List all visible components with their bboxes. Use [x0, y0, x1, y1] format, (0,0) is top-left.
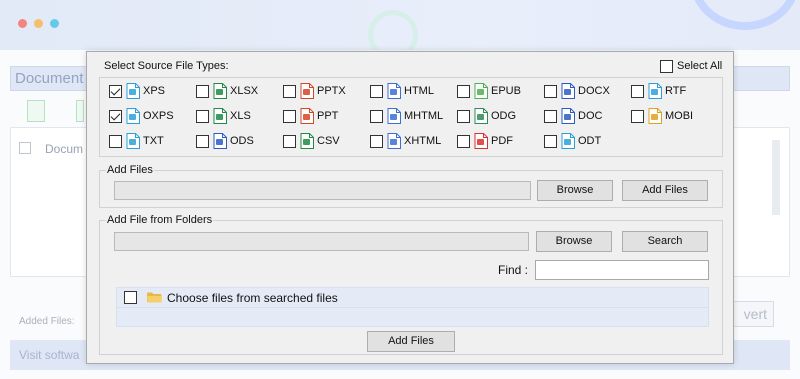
file-type-label: PPT: [317, 110, 339, 122]
text-file-icon: [126, 133, 140, 149]
file-type-checkbox[interactable]: [370, 135, 383, 148]
file-type-checkbox[interactable]: [283, 135, 296, 148]
source-types-label: Select Source File Types:: [104, 60, 229, 72]
ods-file-icon: [213, 133, 227, 149]
file-type-checkbox[interactable]: [544, 85, 557, 98]
file-type-label: OXPS: [143, 110, 174, 122]
background-scrollbar: [772, 140, 780, 215]
file-type-checkbox[interactable]: [544, 110, 557, 123]
file-type-checkbox[interactable]: [283, 110, 296, 123]
choose-files-label: Choose files from searched files: [167, 291, 338, 305]
excel-file-icon: [213, 83, 227, 99]
file-path-input[interactable]: [114, 181, 531, 200]
word-file-icon: [561, 83, 575, 99]
added-files-label: Added Files:: [19, 316, 75, 327]
file-type-label: ODG: [491, 110, 517, 122]
xps-file-icon: [126, 83, 140, 99]
odg-file-icon: [474, 108, 488, 124]
choose-files-row[interactable]: Choose files from searched files: [116, 287, 709, 308]
file-type-checkbox[interactable]: [370, 110, 383, 123]
file-type-checkbox[interactable]: [631, 85, 644, 98]
file-type-label: XLS: [230, 110, 251, 122]
browse-folder-button[interactable]: Browse: [536, 231, 612, 252]
file-type-label: MOBI: [665, 110, 694, 122]
file-type-checkbox[interactable]: [283, 85, 296, 98]
file-type-checkbox[interactable]: [109, 135, 122, 148]
file-type-label: TXT: [143, 135, 164, 147]
oxps-file-icon: [126, 108, 140, 124]
choose-files-checkbox[interactable]: [124, 291, 137, 304]
decorative-ring: [368, 10, 418, 50]
powerpoint-file-icon: [300, 108, 314, 124]
file-type-checkbox[interactable]: [544, 135, 557, 148]
add-files-group-title: Add Files: [106, 164, 154, 176]
file-type-checkbox[interactable]: [457, 85, 470, 98]
file-type-checkbox[interactable]: [631, 110, 644, 123]
select-all-label[interactable]: Select All: [677, 60, 722, 72]
file-type-label: XPS: [143, 85, 166, 97]
background-list-checkbox: [19, 142, 31, 154]
file-type-label: PPTX: [317, 85, 346, 97]
find-input[interactable]: [535, 260, 709, 280]
powerpoint-file-icon: [300, 83, 314, 99]
epub-file-icon: [474, 83, 488, 99]
folders-group-title: Add File from Folders: [106, 214, 214, 226]
file-type-label: CSV: [317, 135, 340, 147]
browse-files-button[interactable]: Browse: [537, 180, 613, 201]
file-type-label: RTF: [665, 85, 687, 97]
background-titlebar: [0, 0, 800, 50]
mhtml-file-icon: [387, 108, 401, 124]
file-type-label: DOC: [578, 110, 603, 122]
decorative-ring: [690, 0, 800, 30]
add-folder-files-button[interactable]: Add Files: [367, 331, 455, 352]
folder-icon: [147, 292, 162, 303]
xhtml-file-icon: [387, 133, 401, 149]
file-type-label: MHTML: [404, 110, 444, 122]
add-files-dialog: Select Source File Types: Select All XPS…: [86, 51, 734, 364]
file-type-checkbox[interactable]: [457, 110, 470, 123]
maximize-window-dot[interactable]: [50, 19, 59, 28]
file-type-label: XLSX: [230, 85, 259, 97]
searched-files-list: Choose files from searched files: [116, 287, 709, 328]
file-type-checkbox[interactable]: [370, 85, 383, 98]
pdf-file-icon: [474, 133, 488, 149]
file-type-label: DOCX: [578, 85, 610, 97]
file-type-checkbox[interactable]: [196, 110, 209, 123]
file-type-checkbox[interactable]: [109, 85, 122, 98]
find-label: Find :: [498, 263, 529, 277]
excel-file-icon: [213, 108, 227, 124]
word-file-icon: [561, 108, 575, 124]
search-button[interactable]: Search: [622, 231, 708, 252]
file-type-label: PDF: [491, 135, 513, 147]
file-type-checkbox[interactable]: [196, 85, 209, 98]
file-type-checkbox[interactable]: [109, 110, 122, 123]
file-type-label: ODS: [230, 135, 254, 147]
folder-path-input[interactable]: [114, 232, 529, 251]
csv-file-icon: [300, 133, 314, 149]
background-list-item: Docum: [45, 142, 84, 156]
rtf-file-icon: [648, 83, 662, 99]
searched-files-empty-row: [116, 308, 709, 327]
select-all-checkbox[interactable]: [660, 60, 673, 73]
file-type-label: ODT: [578, 135, 602, 147]
minimize-window-dot[interactable]: [34, 19, 43, 28]
add-files-button[interactable]: Add Files: [622, 180, 708, 201]
odt-file-icon: [561, 133, 575, 149]
html-file-icon: [387, 83, 401, 99]
file-type-checkbox[interactable]: [196, 135, 209, 148]
close-window-dot[interactable]: [18, 19, 27, 28]
add-file-icon: [27, 100, 45, 122]
file-type-label: XHTML: [404, 135, 442, 147]
file-type-label: EPUB: [491, 85, 521, 97]
file-type-label: HTML: [404, 85, 434, 97]
file-types-panel: XPS XLSX PPTX HTML EPUB DOCX RTF OXPS XLS PPT MHTM…: [99, 77, 723, 157]
file-type-checkbox[interactable]: [457, 135, 470, 148]
add-folder-icon: [76, 100, 84, 122]
mobi-file-icon: [648, 108, 662, 124]
